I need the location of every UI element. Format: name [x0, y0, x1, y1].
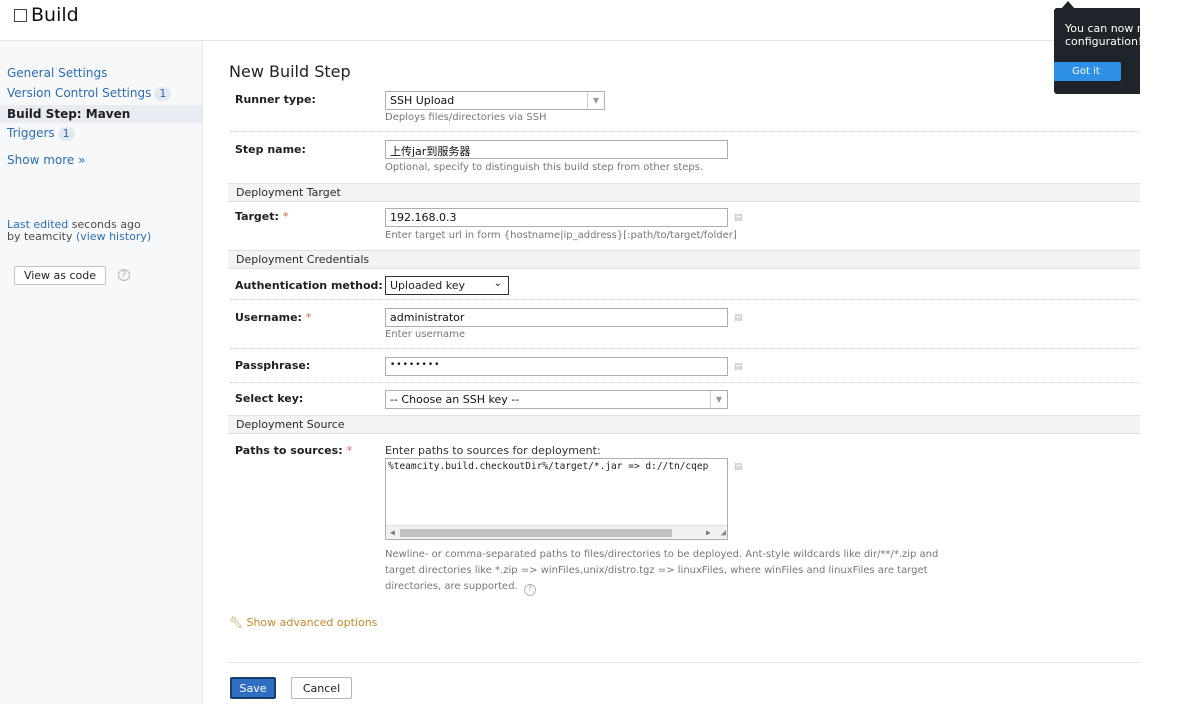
paths-label: Paths to sources: * — [235, 444, 352, 457]
help-icon[interactable]: ? — [523, 583, 536, 596]
popup-line-1: You can now r — [1065, 22, 1140, 35]
sidebar-item-build-step[interactable]: Build Step: Maven — [7, 107, 130, 121]
got-it-button[interactable]: Got it — [1054, 62, 1121, 81]
row-divider — [230, 348, 1140, 349]
step-name-input[interactable]: 上传jar到服务器 — [385, 140, 728, 159]
resize-grip-icon[interactable]: ◢ — [721, 529, 726, 538]
help-icon[interactable]: ? — [118, 269, 130, 281]
section-deployment-source: Deployment Source — [228, 415, 1140, 434]
footer-divider — [228, 662, 1140, 663]
step-name-label: Step name: — [235, 143, 306, 156]
last-edited-by: by teamcity — [7, 230, 73, 243]
select-key-label: Select key: — [235, 392, 304, 405]
select-key-dropdown[interactable]: -- Choose an SSH key -- ▼ — [385, 390, 728, 409]
passphrase-label: Passphrase: — [235, 359, 311, 372]
runner-type-note: Deploys files/directories via SSH — [385, 112, 547, 123]
auth-method-value: Uploaded key — [390, 279, 466, 292]
required-mark: * — [305, 311, 312, 324]
sidebar-item-label: Version Control Settings — [7, 86, 152, 100]
view-history-link[interactable]: (view history) — [76, 230, 151, 243]
count-badge: 1 — [57, 127, 75, 141]
required-mark: * — [346, 444, 353, 457]
variable-icon[interactable]: ▤ — [734, 463, 743, 472]
paths-label-text: Paths to sources: — [235, 444, 343, 457]
username-label-text: Username: — [235, 311, 302, 324]
runner-type-select[interactable]: SSH Upload ▼ — [385, 91, 605, 110]
show-more-link[interactable]: Show more » — [7, 153, 85, 167]
scroll-right-icon[interactable]: ▶ — [706, 526, 711, 539]
sidebar-item-triggers[interactable]: Triggers 1 — [7, 126, 75, 141]
chevron-down-icon: ⌄ — [493, 278, 502, 289]
popup-text: You can now r configuration! — [1065, 22, 1140, 48]
advanced-label: Show advanced options — [246, 616, 378, 629]
show-advanced-options-link[interactable]: 🔧︎ Show advanced options — [229, 616, 377, 629]
passphrase-input[interactable]: •••••••• — [385, 357, 728, 376]
variable-icon[interactable]: ▤ — [734, 314, 743, 323]
checkbox-icon — [14, 9, 27, 22]
variable-icon[interactable]: ▤ — [734, 363, 743, 372]
save-button[interactable]: Save — [230, 677, 276, 699]
variable-icon[interactable]: ▤ — [734, 214, 743, 223]
cancel-button[interactable]: Cancel — [291, 677, 352, 699]
paths-textarea[interactable]: %teamcity.build.checkoutDir%/target/*.ja… — [385, 458, 728, 540]
runner-type-label: Runner type: — [235, 93, 316, 106]
count-badge: 1 — [154, 87, 172, 101]
auth-method-select[interactable]: Uploaded key ⌄ — [385, 276, 509, 295]
select-key-value: -- Choose an SSH key -- — [390, 393, 520, 406]
step-name-note: Optional, specify to distinguish this bu… — [385, 162, 704, 173]
target-label: Target: * — [235, 210, 288, 223]
row-divider — [230, 382, 1140, 383]
paths-description-text: Newline- or comma-separated paths to fil… — [385, 549, 939, 592]
chevron-down-icon: ▼ — [710, 391, 727, 408]
section-deployment-credentials: Deployment Credentials — [228, 250, 1140, 269]
sidebar-item-general-settings[interactable]: General Settings — [7, 66, 107, 80]
chevron-down-icon: ▼ — [587, 92, 604, 109]
page-title: Build — [14, 4, 79, 26]
row-divider — [230, 299, 1140, 300]
auth-method-label: Authentication method: — [235, 279, 383, 292]
form-title: New Build Step — [229, 62, 351, 81]
runner-type-value: SSH Upload — [390, 94, 455, 107]
scrollbar-thumb[interactable] — [400, 529, 672, 537]
last-edited-info: Last edited seconds ago by teamcity (vie… — [7, 219, 151, 243]
username-label: Username: * — [235, 311, 311, 324]
target-note: Enter target url in form {hostname|ip_ad… — [385, 230, 737, 241]
section-deployment-target: Deployment Target — [228, 183, 1140, 202]
paths-intro: Enter paths to sources for deployment: — [385, 444, 601, 457]
sidebar: General Settings Version Control Setting… — [0, 41, 203, 704]
sidebar-item-vcs-settings[interactable]: Version Control Settings 1 — [7, 86, 172, 101]
notification-popup: You can now r configuration! Got it — [1054, 8, 1140, 94]
paths-value: %teamcity.build.checkoutDir%/target/*.ja… — [388, 461, 709, 472]
required-mark: * — [282, 210, 289, 223]
username-note: Enter username — [385, 329, 466, 340]
popup-line-2: configuration! — [1065, 35, 1140, 48]
view-as-code-button[interactable]: View as code — [14, 266, 106, 285]
target-label-text: Target: — [235, 210, 279, 223]
row-divider — [230, 131, 1140, 132]
scroll-left-icon[interactable]: ◀ — [390, 526, 395, 539]
target-input[interactable]: 192.168.0.3 — [385, 208, 728, 227]
username-input[interactable]: administrator — [385, 308, 728, 327]
paths-description: Newline- or comma-separated paths to fil… — [385, 547, 945, 596]
wrench-icon: 🔧︎ — [229, 616, 243, 629]
page-title-text: Build — [31, 4, 79, 26]
sidebar-item-label: Triggers — [7, 126, 55, 140]
got-it-label: Got it — [1072, 66, 1100, 77]
horizontal-scrollbar[interactable]: ◀ ▶ ◢ — [386, 525, 727, 539]
